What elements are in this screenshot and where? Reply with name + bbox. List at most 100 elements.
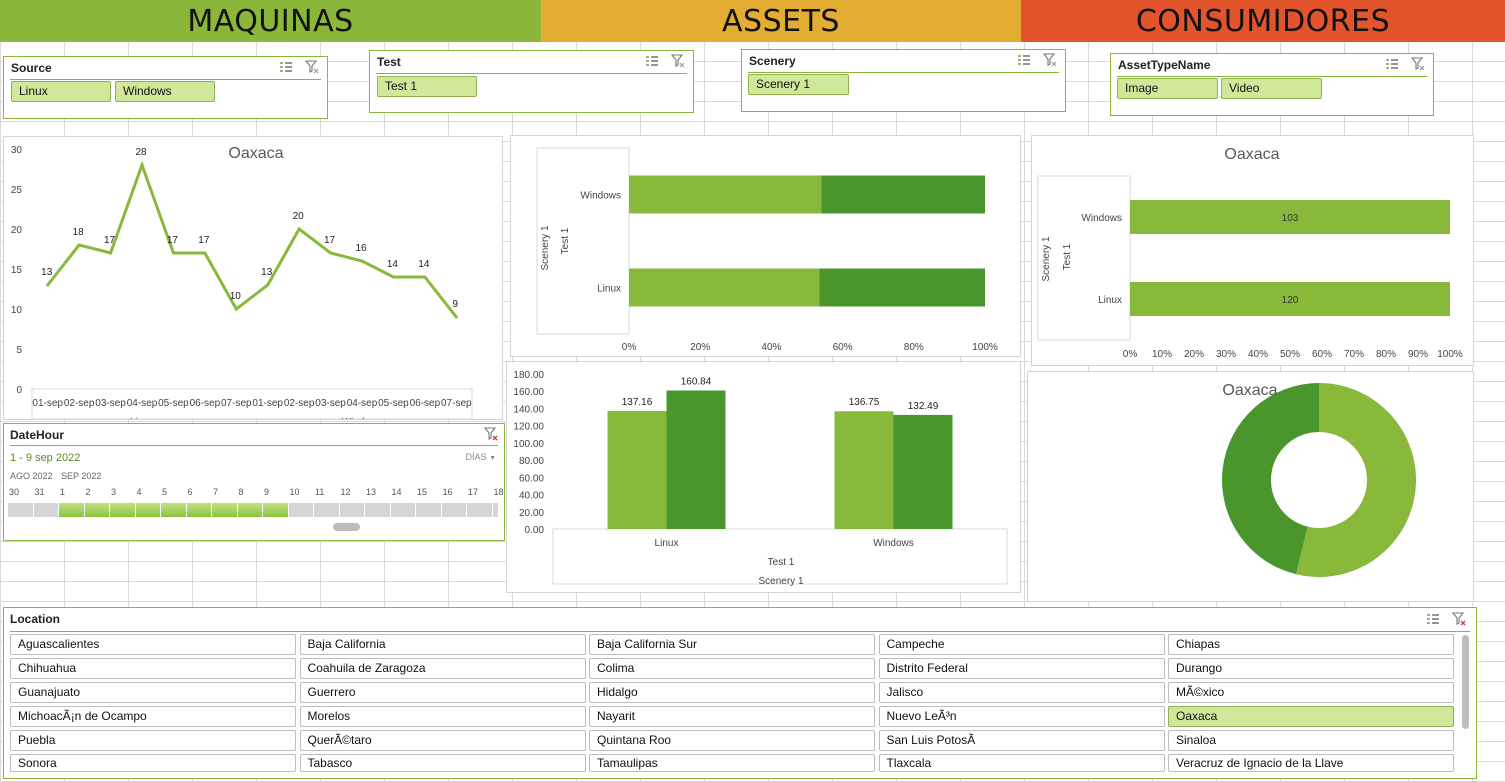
multi-select-icon[interactable] <box>1426 612 1440 626</box>
clear-filter-icon[interactable] <box>484 427 498 441</box>
timeline-day-cell[interactable] <box>390 503 415 517</box>
y-tick-label: 80.00 <box>519 456 544 467</box>
location-item[interactable]: Quintana Roo <box>589 730 875 751</box>
location-item[interactable]: Jalisco <box>878 682 1165 703</box>
slicer-item-video[interactable]: Video <box>1221 78 1322 99</box>
timeline-day-cell[interactable] <box>339 503 364 517</box>
timeline-day-label: 12 <box>340 487 351 497</box>
location-scrollbar[interactable] <box>1462 635 1469 729</box>
data-label: 13 <box>41 267 53 278</box>
multi-select-icon[interactable] <box>1017 53 1031 67</box>
slicer-item-image[interactable]: Image <box>1117 78 1218 99</box>
timeline-day-cell[interactable] <box>467 503 492 517</box>
x-tick-label: 03-sep <box>315 398 346 409</box>
location-item[interactable]: Campeche <box>878 634 1165 655</box>
slicer-item-test-1[interactable]: Test 1 <box>377 76 477 97</box>
timeline-day-cell[interactable] <box>441 503 466 517</box>
location-item[interactable]: Guanajuato <box>10 682 296 703</box>
timeline-day-cell[interactable] <box>186 503 211 517</box>
data-label: 17 <box>198 235 210 246</box>
data-point <box>46 283 50 287</box>
location-item[interactable]: Coahuila de Zaragoza <box>299 658 586 679</box>
timeline-day-cell[interactable] <box>84 503 109 517</box>
timeline-day-cell[interactable] <box>161 503 186 517</box>
x-tick-label: 01-sep <box>252 398 283 409</box>
clear-filter-icon[interactable] <box>1452 612 1466 626</box>
timeline-day-cell[interactable] <box>263 503 288 517</box>
stacked-bar-chart-panel[interactable]: Scenery 1 Test 1 Windows Linux 0% 20% 40% 60% 80… <box>510 135 1021 357</box>
slicer-scenery-title: Scenery <box>749 54 796 68</box>
location-item[interactable]: Baja California <box>299 634 586 655</box>
location-item[interactable]: Tlaxcala <box>878 754 1165 772</box>
location-item[interactable]: QuerÃ©taro <box>299 730 586 751</box>
location-item[interactable]: Chihuahua <box>10 658 296 679</box>
timeline-day-cell[interactable] <box>365 503 390 517</box>
slicer-item-windows[interactable]: Windows <box>115 81 215 102</box>
location-item[interactable]: Tabasco <box>299 754 586 772</box>
y-tick-label: 30 <box>11 145 23 156</box>
column-chart-panel[interactable]: 0.00 20.00 40.00 60.00 80.00 100.00 120.00 140.… <box>506 361 1021 593</box>
timeline-day-cell[interactable] <box>314 503 339 517</box>
location-item[interactable]: Puebla <box>10 730 296 751</box>
slicer-item-linux[interactable]: Linux <box>11 81 111 102</box>
timeline-day-label: 10 <box>289 487 300 497</box>
consum-bar-chart-panel[interactable]: Oaxaca Scenery 1 Test 1 Windows 103 Linux 120 0… <box>1031 135 1474 366</box>
timeline-day-cell[interactable] <box>33 503 58 517</box>
location-item[interactable]: Tamaulipas <box>589 754 875 772</box>
timeline-divider <box>10 445 498 446</box>
slicer-location-divider <box>10 631 1470 632</box>
data-label: 18 <box>73 227 85 238</box>
line-chart-panel[interactable]: Oaxaca 0 5 10 15 20 25 30 01-sep 02-sep 03-sep 04-s… <box>3 136 503 420</box>
slicer-asset-type: AssetTypeName Image Video <box>1110 53 1434 116</box>
timeline-day-cell[interactable] <box>237 503 262 517</box>
slicer-test-title: Test <box>377 55 401 69</box>
timeline-day-cell[interactable] <box>212 503 237 517</box>
timeline-day-cell[interactable] <box>59 503 84 517</box>
donut-chart-panel[interactable]: Oaxaca <box>1027 371 1474 602</box>
timeline-day-cell[interactable] <box>8 503 33 517</box>
timeline-day-label: 11 <box>315 487 325 497</box>
timeline-level-label: DÍAS <box>465 452 487 462</box>
header-assets: ASSETS <box>541 0 1021 42</box>
location-item[interactable]: Baja California Sur <box>589 634 875 655</box>
location-item[interactable]: Oaxaca <box>1168 706 1454 727</box>
location-item[interactable]: Distrito Federal <box>878 658 1165 679</box>
multi-select-icon[interactable] <box>279 60 293 74</box>
timeline-day-cell[interactable] <box>110 503 135 517</box>
multi-select-icon[interactable] <box>1385 57 1399 71</box>
location-item[interactable]: Chiapas <box>1168 634 1454 655</box>
location-item[interactable]: MÃ©xico <box>1168 682 1454 703</box>
data-label: 137.16 <box>622 397 653 408</box>
location-item[interactable]: MichoacÃ¡n de Ocampo <box>10 706 296 727</box>
location-item[interactable]: Colima <box>589 658 875 679</box>
timeline-scrollbar[interactable] <box>333 523 360 531</box>
slicer-test: Test Test 1 <box>369 50 694 113</box>
location-item[interactable]: Hidalgo <box>589 682 875 703</box>
timeline-day-cell[interactable] <box>416 503 441 517</box>
location-item[interactable]: Sonora <box>10 754 296 772</box>
slicer-source: Source Linux Windows <box>3 56 328 119</box>
slicer-item-scenery-1[interactable]: Scenery 1 <box>748 74 849 95</box>
location-item[interactable]: Nuevo LeÃ³n <box>878 706 1165 727</box>
timeline-level-select[interactable]: DÍAS ▼ <box>466 452 496 462</box>
timeline-day-label: 9 <box>264 487 270 497</box>
location-item[interactable]: Aguascalientes <box>10 634 296 655</box>
timeline-day-cell[interactable] <box>492 503 498 517</box>
location-item[interactable]: Nayarit <box>589 706 875 727</box>
location-item[interactable]: Veracruz de Ignacio de la Llave <box>1168 754 1454 772</box>
timeline-day-cell[interactable] <box>288 503 313 517</box>
location-item[interactable]: Durango <box>1168 658 1454 679</box>
location-item[interactable]: Sinaloa <box>1168 730 1454 751</box>
location-item[interactable]: San Luis PotosÃ <box>878 730 1165 751</box>
timeline-day-label: 13 <box>366 487 377 497</box>
bar-segment <box>821 175 985 214</box>
multi-select-icon[interactable] <box>645 54 659 68</box>
clear-filter-icon[interactable] <box>1411 57 1425 71</box>
data-point <box>234 307 238 311</box>
location-item[interactable]: Guerrero <box>299 682 586 703</box>
clear-filter-icon[interactable] <box>1043 53 1057 67</box>
clear-filter-icon[interactable] <box>671 54 685 68</box>
location-item[interactable]: Morelos <box>299 706 586 727</box>
timeline-day-cell[interactable] <box>135 503 160 517</box>
clear-filter-icon[interactable] <box>305 60 319 74</box>
